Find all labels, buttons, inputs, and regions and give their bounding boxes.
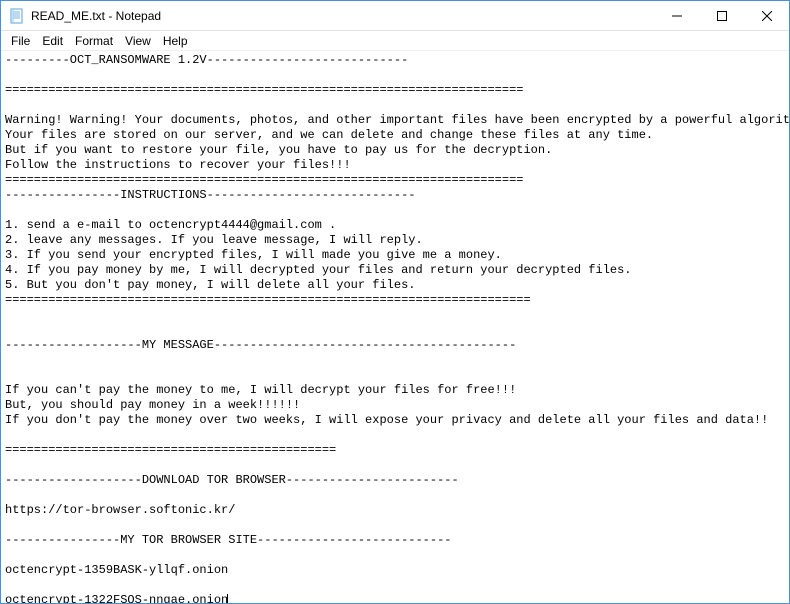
menubar: File Edit Format View Help — [1, 31, 789, 51]
text-line: octencrypt-1322FSQS-nngae.onion — [5, 593, 228, 603]
menu-help[interactable]: Help — [157, 32, 194, 50]
text-line: 5. But you don't pay money, I will delet… — [5, 278, 415, 292]
maximize-button[interactable] — [699, 1, 744, 30]
text-line: ========================================… — [5, 293, 531, 307]
text-line: 2. leave any messages. If you leave mess… — [5, 233, 423, 247]
text-line: Follow the instructions to recover your … — [5, 158, 351, 172]
menu-format[interactable]: Format — [69, 32, 119, 50]
text-line: https://tor-browser.softonic.kr/ — [5, 503, 235, 517]
text-line: But, you should pay money in a week!!!!!… — [5, 398, 300, 412]
text-line: ========================================… — [5, 443, 336, 457]
text-line: ---------OCT_RANSOMWARE 1.2V------------… — [5, 53, 408, 67]
window-controls — [654, 1, 789, 30]
text-line: 1. send a e-mail to octencrypt4444@gmail… — [5, 218, 336, 232]
window-title: READ_ME.txt - Notepad — [31, 9, 161, 23]
text-caret — [227, 594, 228, 603]
notepad-window: READ_ME.txt - Notepad File Edit Format V… — [0, 0, 790, 604]
text-line: octencrypt-1359BASK-yllqf.onion — [5, 563, 228, 577]
menu-file[interactable]: File — [5, 32, 36, 50]
text-area[interactable]: ---------OCT_RANSOMWARE 1.2V------------… — [1, 51, 789, 603]
minimize-button[interactable] — [654, 1, 699, 30]
text-line: ----------------MY TOR BROWSER SITE-----… — [5, 533, 451, 547]
close-button[interactable] — [744, 1, 789, 30]
text-line: 3. If you send your encrypted files, I w… — [5, 248, 502, 262]
text-line: If you don't pay the money over two week… — [5, 413, 768, 427]
text-line: Warning! Warning! Your documents, photos… — [5, 113, 789, 127]
titlebar[interactable]: READ_ME.txt - Notepad — [1, 1, 789, 31]
text-line: ========================================… — [5, 83, 523, 97]
menu-edit[interactable]: Edit — [36, 32, 69, 50]
text-line: 4. If you pay money by me, I will decryp… — [5, 263, 632, 277]
text-line: ========================================… — [5, 173, 523, 187]
text-line: ----------------INSTRUCTIONS------------… — [5, 188, 415, 202]
text-line: But if you want to restore your file, yo… — [5, 143, 552, 157]
notepad-icon — [9, 8, 25, 24]
text-line: If you can't pay the money to me, I will… — [5, 383, 516, 397]
text-line: Your files are stored on our server, and… — [5, 128, 653, 142]
text-line: -------------------MY MESSAGE-----------… — [5, 338, 516, 352]
text-line: -------------------DOWNLOAD TOR BROWSER-… — [5, 473, 459, 487]
titlebar-left: READ_ME.txt - Notepad — [1, 8, 161, 24]
menu-view[interactable]: View — [119, 32, 157, 50]
